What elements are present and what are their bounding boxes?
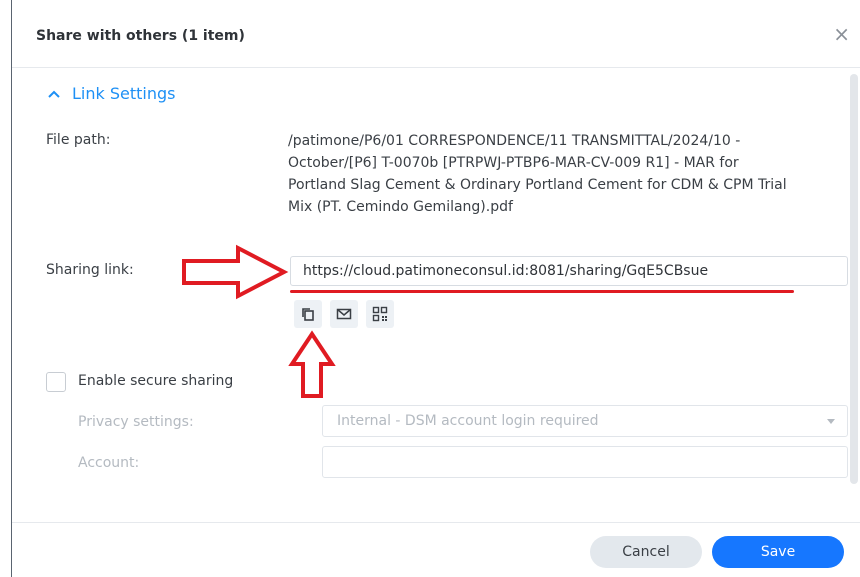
qr-code-button[interactable]	[366, 300, 394, 328]
secure-sharing-label: Enable secure sharing	[78, 373, 234, 389]
save-button[interactable]: Save	[712, 536, 844, 568]
link-settings-toggle[interactable]: Link Settings	[46, 84, 175, 103]
link-settings-label: Link Settings	[72, 84, 176, 103]
window-edge	[0, 0, 12, 577]
annotation-arrow-up-icon	[288, 330, 336, 398]
email-icon	[336, 308, 352, 320]
sharing-link-input[interactable]: https://cloud.patimoneconsul.id:8081/sha…	[290, 256, 848, 286]
chevron-up-icon	[48, 90, 60, 98]
qr-code-icon	[372, 306, 388, 322]
copy-link-button[interactable]	[294, 300, 322, 328]
privacy-settings-select[interactable]: Internal - DSM account login required	[322, 405, 848, 437]
close-icon[interactable]: ×	[833, 24, 850, 44]
copy-icon	[302, 308, 314, 321]
cancel-button[interactable]: Cancel	[590, 536, 702, 568]
scrollbar[interactable]	[850, 74, 858, 484]
dialog-header: Share with others (1 item) ×	[12, 0, 860, 68]
share-dialog: Share with others (1 item) × Link Settin…	[12, 0, 860, 577]
file-path-value: /patimone/P6/01 CORRESPONDENCE/11 TRANSM…	[288, 133, 787, 215]
account-field[interactable]	[322, 446, 848, 478]
dialog-title: Share with others (1 item)	[36, 28, 245, 44]
email-link-button[interactable]	[330, 300, 358, 328]
file-path-label: File path:	[46, 132, 111, 148]
privacy-settings-label: Privacy settings:	[78, 414, 194, 430]
privacy-settings-value: Internal - DSM account login required	[337, 413, 599, 429]
annotation-underline	[290, 290, 794, 293]
chevron-down-icon	[827, 419, 835, 424]
annotation-arrow-right-icon	[182, 244, 289, 300]
account-label: Account:	[78, 455, 140, 471]
sharing-link-label: Sharing link:	[46, 262, 134, 278]
secure-sharing-checkbox[interactable]	[46, 372, 66, 392]
